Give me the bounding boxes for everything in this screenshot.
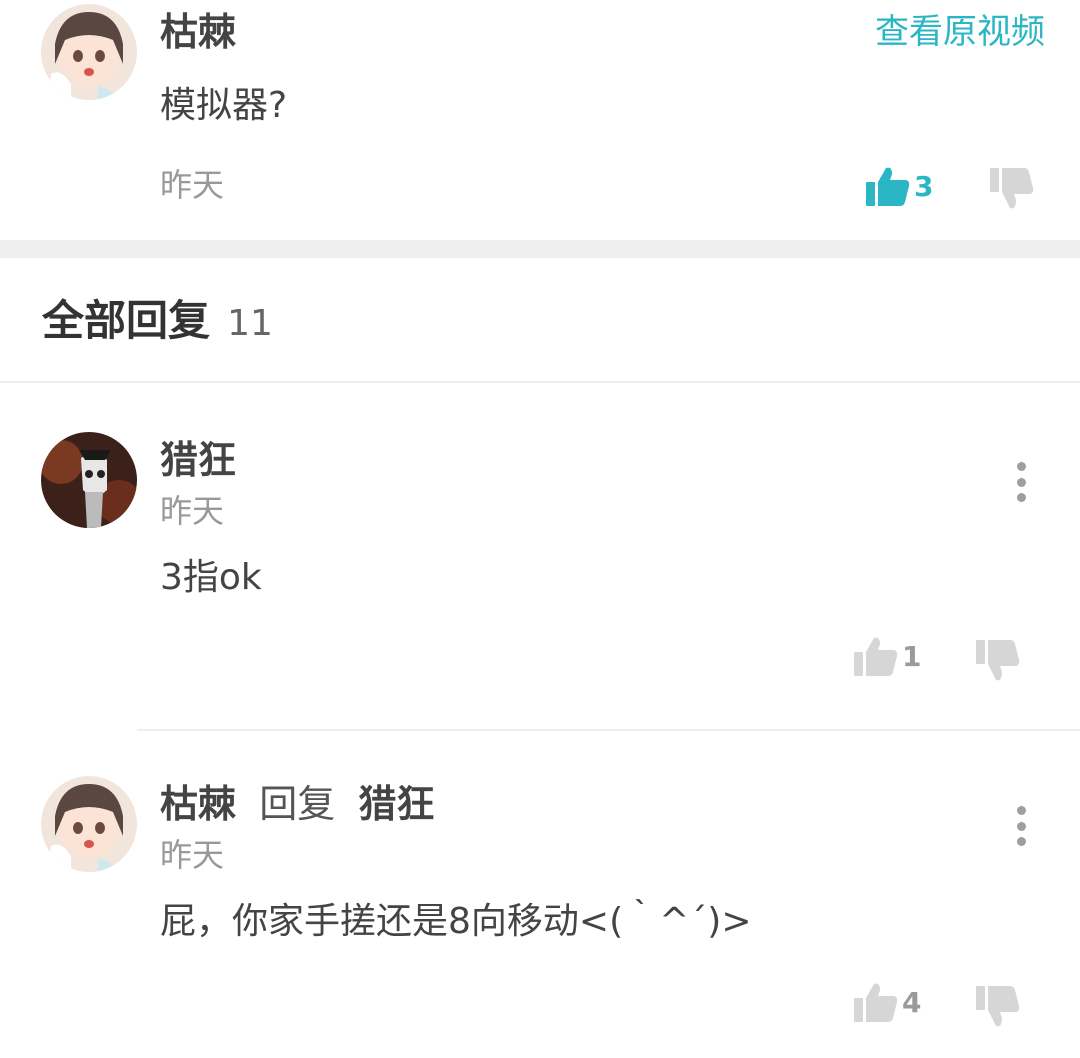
more-dot-icon — [1016, 837, 1026, 846]
thumbs-up-icon — [854, 983, 898, 1022]
more-dot-icon — [1016, 493, 1026, 502]
thumbs-down-icon — [990, 168, 1034, 209]
avatar[interactable] — [41, 776, 137, 872]
header-divider — [0, 381, 1080, 383]
thumbs-up-icon — [866, 167, 910, 206]
more-options-button[interactable] — [1011, 462, 1031, 502]
dislike-button[interactable] — [976, 640, 1020, 682]
comment-text: 模拟器? — [160, 85, 288, 126]
replies-count: 11 — [227, 303, 273, 344]
thumbs-down-icon — [976, 640, 1020, 681]
comment-author[interactable]: 枯棘 — [160, 10, 236, 54]
more-dot-icon — [1016, 462, 1026, 471]
reply-to-user[interactable]: 猎狂 — [359, 782, 435, 826]
view-original-video-link[interactable]: 查看原视频 — [875, 12, 1045, 52]
more-dot-icon — [1016, 806, 1026, 815]
reply-author[interactable]: 枯棘 — [160, 782, 236, 826]
like-count: 3 — [914, 169, 934, 203]
like-count: 1 — [902, 639, 922, 673]
thumbs-up-icon — [854, 637, 898, 676]
section-divider — [0, 240, 1080, 258]
avatar[interactable] — [41, 432, 137, 528]
more-dot-icon — [1016, 477, 1026, 487]
like-button[interactable]: 1 — [854, 636, 921, 676]
like-button[interactable]: 3 — [866, 166, 933, 206]
dislike-button[interactable] — [976, 986, 1020, 1028]
replies-header-label: 全部回复 — [42, 296, 211, 345]
reply-author-line: 枯棘 回复 猎狂 — [160, 782, 435, 826]
reply-text: 屁，你家手搓还是8向移动<(｀^´)> — [160, 901, 752, 942]
reply-text: 3指ok — [160, 557, 262, 598]
comment-time: 昨天 — [160, 166, 225, 204]
dislike-button[interactable] — [990, 168, 1034, 210]
more-options-button[interactable] — [1011, 806, 1031, 846]
thumbs-down-icon — [976, 986, 1020, 1027]
like-count: 4 — [902, 985, 922, 1019]
like-button[interactable]: 4 — [854, 982, 921, 1022]
reply-divider — [137, 729, 1080, 731]
more-dot-icon — [1016, 821, 1026, 831]
avatar[interactable] — [41, 4, 137, 100]
reply-author[interactable]: 猎狂 — [160, 438, 236, 482]
replies-header: 全部回复 11 — [42, 296, 273, 355]
reply-word: 回复 — [259, 782, 336, 826]
reply-time: 昨天 — [160, 492, 225, 530]
reply-time: 昨天 — [160, 836, 225, 874]
